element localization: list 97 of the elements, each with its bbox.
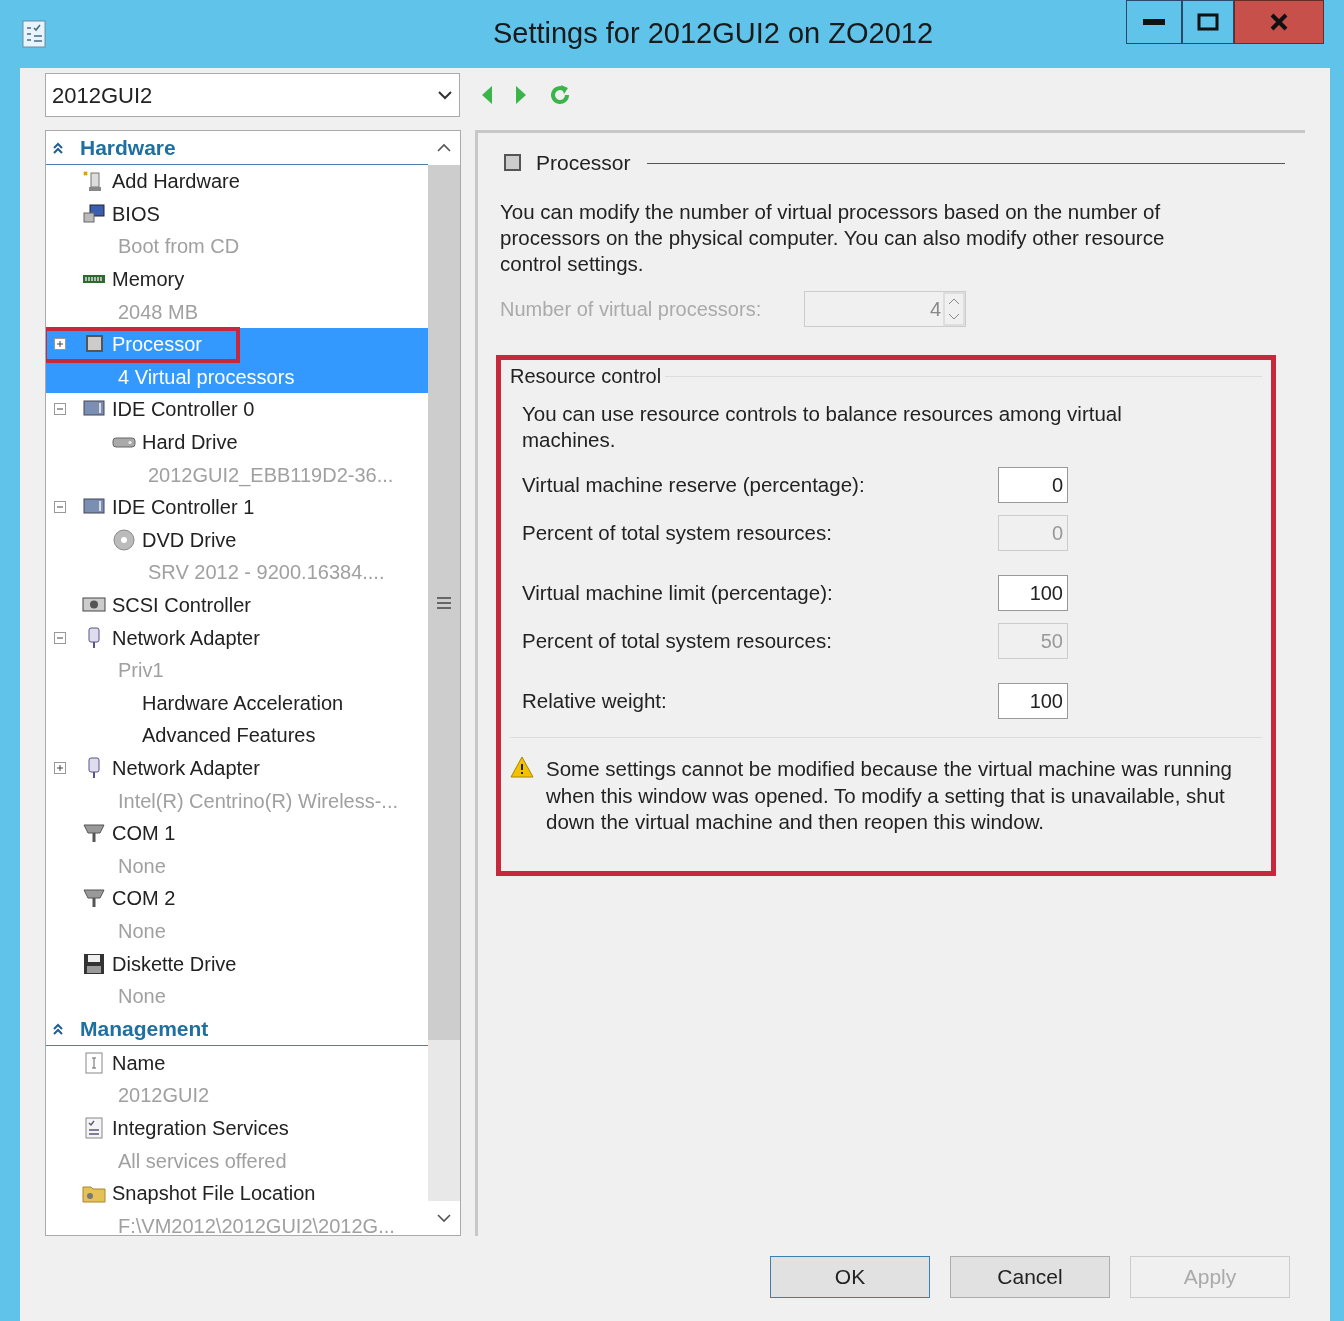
item-detail: Boot from CD [118,234,240,260]
item-label: Memory [112,267,185,293]
item-label: SCSI Controller [112,593,251,618]
item-detail: 2048 MB [118,299,199,325]
item-detail: None [118,984,166,1010]
item-label: Hard Drive [142,430,238,456]
item-label: DVD Drive [142,527,237,553]
serial-port-icon [82,822,106,845]
tree-item[interactable]: Hardware Acceleration [46,686,428,720]
computer-icon [82,202,106,225]
item-detail: None [118,918,166,944]
back-arrow-icon[interactable] [480,85,494,105]
number-field[interactable]: 100 [998,575,1068,611]
serial-port-icon [82,887,106,910]
item-detail: SRV 2012 - 9200.16384.... [148,560,385,586]
disc-icon [112,528,136,551]
group-title: Resource control [510,364,662,389]
tree-item[interactable]: COM 1 [46,816,428,850]
item-label: COM 1 [112,821,176,847]
item-label: Snapshot File Location [112,1181,316,1207]
scroll-down-icon[interactable] [428,1201,460,1235]
tree-item[interactable]: COM 2 [46,882,428,915]
item-detail: Intel(R) Centrino(R) Wireless-... [118,788,399,814]
expand-icon[interactable] [54,338,66,351]
tree-item[interactable]: Memory [46,262,428,296]
item-detail: 2012GUI2_EBB119D2-36... [148,462,394,489]
tree-item[interactable]: Name [46,1046,428,1080]
item-label: Network Adapter [112,625,260,651]
chevron-down-icon [437,90,453,100]
forward-arrow-icon[interactable] [514,85,528,105]
maximize-button[interactable] [1182,0,1234,44]
panel-description: You can modify the number of virtual processors based on the number of processors on the physical computer. You can also modify other resource control settings. [500,199,1166,277]
number-field[interactable]: 100 [998,683,1068,719]
item-detail: 4 Virtual processors [118,364,295,390]
scrollbar[interactable] [428,131,460,1235]
dialog-button[interactable]: OK [770,1256,930,1298]
tree-item[interactable]: Network Adapter [46,621,428,654]
tree-item[interactable]: Diskette Drive [46,947,428,980]
item-label: COM 2 [112,886,176,912]
tree-item[interactable]: Integration Services [46,1111,428,1145]
collapse-icon[interactable] [54,403,66,416]
maximize-icon [1197,13,1219,31]
group-description: You can use resource controls to balance resources among virtual machines. [522,401,1123,453]
number-field[interactable]: 0 [998,467,1068,503]
close-icon [1270,13,1288,31]
minimize-icon [1143,19,1165,25]
item-label: Hardware Acceleration [142,690,344,716]
close-button[interactable] [1234,0,1324,44]
item-label: BIOS [112,201,160,227]
tree-item[interactable]: IDE Controller 0 [46,393,428,426]
field-label: Relative weight: [522,687,668,714]
field-label: Virtual machine limit (percentage): [522,579,834,606]
item-label: Name [112,1050,166,1076]
tree-item[interactable]: Hard Drive [46,425,428,459]
tree-item[interactable]: DVD Drive [46,523,428,557]
collapse-icon[interactable] [54,501,66,514]
item-detail: All services offered [118,1148,287,1174]
item-detail: 2012GUI2 [118,1083,210,1109]
tree-item[interactable]: Advanced Features [46,719,428,752]
tree-item[interactable]: Snapshot File Location [46,1176,428,1210]
item-label: Network Adapter [112,756,260,781]
refresh-icon[interactable] [548,83,572,107]
warning-message: Some settings cannot be modified because the virtual machine was running when this window was opened. To modify a setting that is unavailable, shut down the virtual machine and then reopen this window. [546,756,1233,835]
tree-item[interactable]: BIOS [46,197,428,231]
memory-icon [82,275,106,284]
grip-icon [437,596,451,609]
checklist-icon [82,1116,106,1139]
item-detail: None [118,853,166,879]
expand-icon[interactable] [54,762,66,774]
item-detail: Priv1 [118,658,164,684]
field-label: Percent of total system resources: [522,519,833,546]
text-field-icon [82,1051,106,1074]
tree-item[interactable]: Add Hardware [46,165,428,198]
field-label: Virtual machine reserve (percentage): [522,471,866,498]
tree-item[interactable]: Network Adapter [46,751,428,785]
tree-item[interactable]: SCSI Controller [46,588,428,622]
collapse-icon[interactable] [54,631,66,644]
section-header[interactable]: Management [46,1012,428,1047]
item-label: IDE Controller 0 [112,397,255,423]
field-label: Percent of total system resources: [522,627,833,654]
tree-item[interactable]: IDE Controller 1 [46,490,428,524]
item-detail: F:\VM2012\2012GUI2\2012G... [118,1213,395,1235]
item-label: Diskette Drive [112,951,237,977]
vm-dropdown[interactable]: 2012GUI2 [45,73,460,117]
field-label: Number of virtual processors: [500,297,763,322]
panel-heading: Processor [536,150,631,177]
dialog-button[interactable]: Cancel [950,1256,1110,1298]
section-header[interactable]: Hardware [46,131,428,165]
item-label: IDE Controller 1 [112,495,255,521]
window-title: Settings for 2012GUI2 on ZO2012 [491,16,935,52]
scroll-up-icon[interactable] [428,131,460,165]
item-label: Integration Services [112,1115,289,1141]
item-label: Processor [112,332,203,358]
item-label: Advanced Features [142,723,316,749]
item-label: Add Hardware [112,169,240,195]
warning-icon [510,756,534,778]
minimize-button[interactable] [1126,0,1182,44]
